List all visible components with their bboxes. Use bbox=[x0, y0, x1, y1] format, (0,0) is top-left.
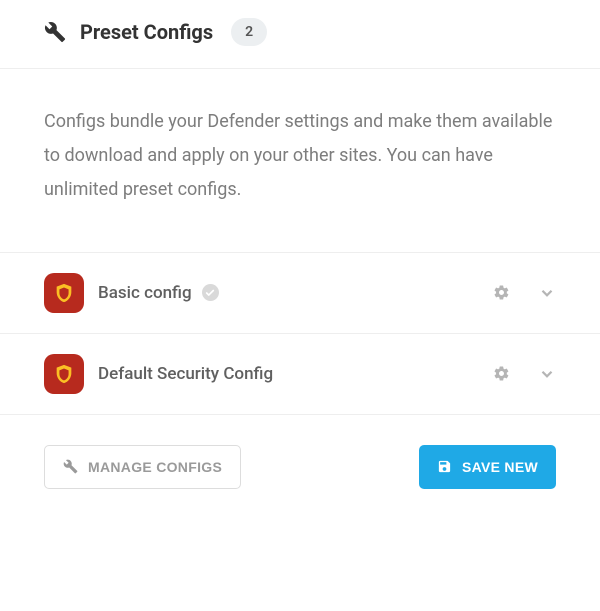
manage-configs-button[interactable]: MANAGE CONFIGS bbox=[44, 445, 241, 489]
config-name: Basic config bbox=[98, 283, 479, 303]
save-icon bbox=[437, 459, 452, 474]
chevron-down-icon[interactable] bbox=[538, 284, 556, 302]
description-text: Configs bundle your Defender settings an… bbox=[44, 105, 556, 208]
button-label: SAVE NEW bbox=[462, 459, 538, 475]
config-row[interactable]: Default Security Config bbox=[0, 334, 600, 415]
gear-icon[interactable] bbox=[493, 284, 510, 301]
defender-shield-icon bbox=[44, 273, 84, 313]
gear-icon[interactable] bbox=[493, 365, 510, 382]
description-section: Configs bundle your Defender settings an… bbox=[0, 69, 600, 253]
wrench-icon bbox=[63, 459, 78, 474]
chevron-down-icon[interactable] bbox=[538, 365, 556, 383]
section-title: Preset Configs bbox=[80, 20, 213, 44]
wrench-icon bbox=[44, 21, 66, 43]
section-header: Preset Configs 2 bbox=[0, 0, 600, 69]
config-label: Default Security Config bbox=[98, 364, 273, 384]
config-row[interactable]: Basic config bbox=[0, 253, 600, 334]
defender-shield-icon bbox=[44, 354, 84, 394]
config-name: Default Security Config bbox=[98, 364, 479, 384]
check-icon bbox=[202, 284, 219, 301]
save-new-button[interactable]: SAVE NEW bbox=[419, 445, 556, 489]
config-label: Basic config bbox=[98, 283, 192, 303]
footer: MANAGE CONFIGS SAVE NEW bbox=[0, 415, 600, 519]
count-badge: 2 bbox=[231, 18, 267, 46]
button-label: MANAGE CONFIGS bbox=[88, 459, 222, 475]
